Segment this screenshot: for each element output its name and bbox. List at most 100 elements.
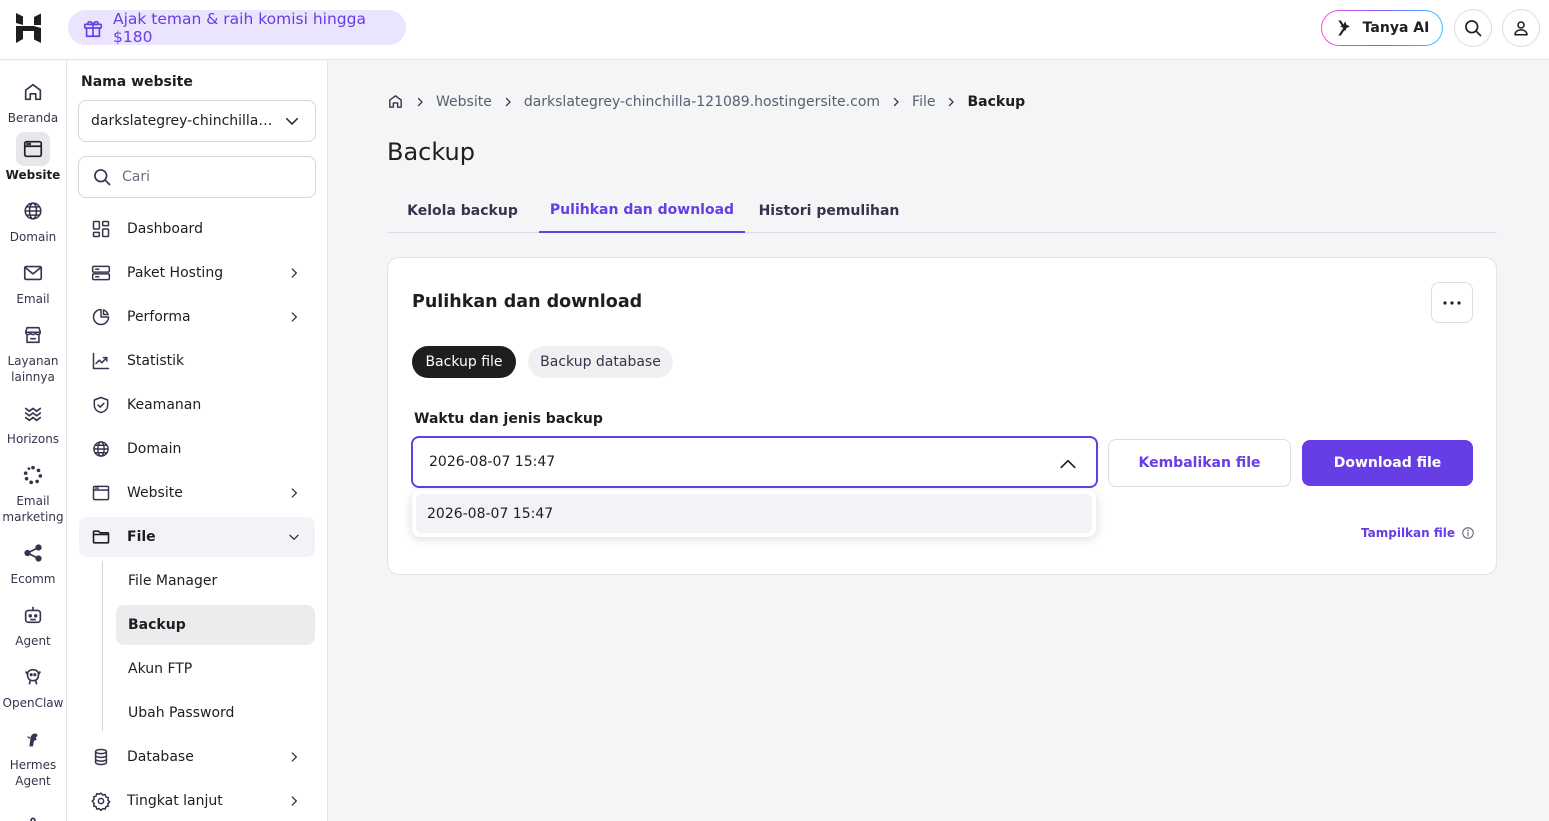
globe-icon	[16, 194, 50, 228]
rail-item-ecomm[interactable]: Ecomm	[0, 536, 66, 587]
sidebar-item-label: Dashboard	[127, 221, 203, 237]
sidebar-subitem-backup[interactable]: Backup	[116, 605, 315, 645]
backup-time-select[interactable]: 2026-08-07 15:47	[411, 436, 1098, 488]
show-files-link[interactable]: Tampilkan file	[1361, 526, 1475, 540]
chevron-right-icon	[287, 794, 301, 808]
home-icon[interactable]	[387, 93, 404, 110]
rail-item-layanan-lainnya[interactable]: Layanan lainnya	[0, 318, 66, 385]
rail-item-more[interactable]	[0, 805, 66, 821]
sidebar-search-input[interactable]	[122, 169, 302, 185]
restore-files-button[interactable]: Kembalikan file	[1108, 439, 1291, 487]
home-icon	[16, 75, 50, 109]
tab-kelola-backup[interactable]: Kelola backup	[387, 188, 538, 233]
sidebar-item-database[interactable]: Database	[79, 737, 315, 777]
account-button[interactable]	[1502, 9, 1540, 47]
chevron-down-icon	[283, 112, 301, 130]
sidebar-item-label: Paket Hosting	[127, 265, 224, 281]
rail-label: OpenClaw	[2, 696, 64, 710]
more-options-button[interactable]	[1431, 282, 1473, 323]
rail-item-horizons[interactable]: Horizons	[0, 396, 66, 447]
pill-label: Backup database	[540, 354, 661, 370]
sidebar-item-domain[interactable]: Domain	[79, 429, 315, 469]
sidebar-subitem-label: File Manager	[128, 573, 218, 589]
sidebar-item-performa[interactable]: Performa	[79, 297, 315, 337]
sparkle-icon	[1335, 18, 1355, 38]
chevron-right-icon	[945, 96, 957, 108]
tab-histori-pemulihan[interactable]: Histori pemulihan	[745, 188, 913, 233]
breadcrumb-website[interactable]: Website	[436, 94, 492, 110]
rail-item-beranda[interactable]: Beranda	[0, 75, 66, 126]
rail-item-hermes-agent[interactable]: Hermes Agent	[0, 722, 66, 789]
chevron-up-icon	[1058, 454, 1078, 474]
rail-item-agent[interactable]: Agent	[0, 598, 66, 649]
gift-icon	[82, 17, 104, 39]
main-content: Website darkslategrey-chinchilla-121089.…	[328, 61, 1549, 821]
rail-label: Email marketing	[2, 494, 64, 524]
database-icon	[91, 747, 111, 767]
restore-files-label: Kembalikan file	[1138, 455, 1261, 471]
backup-time-dropdown: 2026-08-07 15:47	[412, 490, 1096, 537]
sidebar-item-label: Tingkat lanjut	[127, 793, 223, 809]
browser-icon	[91, 483, 111, 503]
rail-item-openclaw[interactable]: OpenClaw	[0, 660, 66, 711]
sidebar-item-tingkat-lanjut[interactable]: Tingkat lanjut	[79, 781, 315, 821]
mail-icon	[16, 256, 50, 290]
download-files-button[interactable]: Download file	[1302, 440, 1473, 486]
backup-time-option[interactable]: 2026-08-07 15:47	[416, 494, 1092, 533]
sidebar-item-dashboard[interactable]: Dashboard	[79, 209, 315, 249]
robot-icon	[16, 598, 50, 632]
sidebar-item-keamanan[interactable]: Keamanan	[79, 385, 315, 425]
pie-chart-icon	[91, 307, 111, 327]
rail-item-email-marketing[interactable]: Email marketing	[0, 458, 66, 525]
sidebar-item-label: Domain	[127, 441, 182, 457]
chevron-right-icon	[502, 96, 514, 108]
breadcrumb-site[interactable]: darkslategrey-chinchilla-121089.hostinge…	[524, 94, 880, 110]
sidebar-subitem-label: Akun FTP	[128, 661, 193, 677]
backup-database-pill[interactable]: Backup database	[528, 346, 673, 378]
sidebar-item-label: Database	[127, 749, 194, 765]
search-icon	[92, 167, 112, 187]
referral-promo-banner[interactable]: Ajak teman & raih komisi hingga $180	[68, 10, 406, 46]
sidebar-subitem-akun-ftp[interactable]: Akun FTP	[116, 649, 315, 689]
hostinger-logo-icon[interactable]	[14, 12, 44, 44]
breadcrumb-file[interactable]: File	[912, 94, 935, 110]
ask-ai-button[interactable]: Tanya AI	[1321, 10, 1443, 46]
rail-label: Website	[5, 168, 61, 182]
search-button[interactable]	[1454, 9, 1492, 47]
chevron-right-icon	[287, 750, 301, 764]
sidebar-subitem-label: Ubah Password	[128, 705, 235, 721]
rail-label: Ecomm	[10, 572, 56, 586]
sidebar-subitem-file-manager[interactable]: File Manager	[116, 561, 315, 601]
website-selector[interactable]: darkslategrey-chinchilla-121089.hostinge…	[78, 100, 316, 142]
server-icon	[91, 263, 111, 283]
network-icon	[16, 805, 50, 821]
breadcrumb-current: Backup	[967, 93, 1026, 110]
sidebar-search[interactable]	[78, 156, 316, 198]
tab-pulihkan-dan-download[interactable]: Pulihkan dan download	[539, 188, 745, 233]
rail-item-website[interactable]: Website	[0, 132, 66, 183]
sidebar-item-website[interactable]: Website	[79, 473, 315, 513]
rail-label: Layanan lainnya	[7, 354, 59, 384]
sidebar-subitem-ubah-password[interactable]: Ubah Password	[116, 693, 315, 733]
rail-item-domain[interactable]: Domain	[0, 194, 66, 245]
sidebar-item-label: File	[127, 529, 156, 545]
backup-file-pill[interactable]: Backup file	[412, 346, 516, 378]
sidebar-item-file[interactable]: File	[79, 517, 315, 557]
globe-icon	[91, 439, 111, 459]
card-title: Pulihkan dan download	[412, 292, 643, 312]
rail-label: Horizons	[6, 432, 60, 446]
info-icon	[1461, 526, 1475, 540]
chevron-right-icon	[287, 310, 301, 324]
tab-label: Pulihkan dan download	[549, 201, 735, 218]
chevron-down-icon	[287, 530, 301, 544]
backup-time-value: 2026-08-07 15:47	[429, 454, 556, 470]
download-files-label: Download file	[1333, 455, 1442, 471]
rail-item-email[interactable]: Email	[0, 256, 66, 307]
sidebar-item-paket-hosting[interactable]: Paket Hosting	[79, 253, 315, 293]
backup-time-option-label: 2026-08-07 15:47	[427, 505, 554, 522]
rail-label: Email	[16, 292, 50, 306]
website-selector-value: darkslategrey-chinchilla-121089.hostinge…	[91, 113, 276, 129]
sidebar-item-label: Keamanan	[127, 397, 202, 413]
sidebar-item-statistik[interactable]: Statistik	[79, 341, 315, 381]
website-sidebar: Nama website darkslategrey-chinchilla-12…	[67, 61, 328, 821]
